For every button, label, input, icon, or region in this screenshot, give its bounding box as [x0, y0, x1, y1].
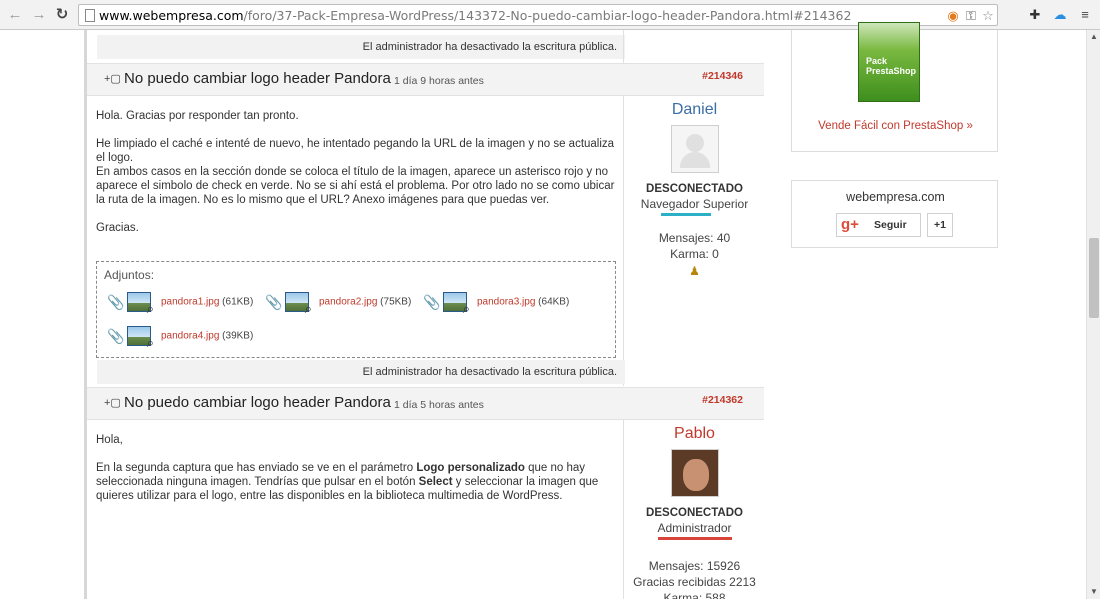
post-icon: +▢: [104, 397, 121, 409]
scrollbar-thumb[interactable]: [1089, 238, 1099, 318]
post-paragraph: Gracias.: [96, 222, 139, 234]
post-title: No puedo cambiar logo header Pandora: [124, 70, 391, 87]
post-body: Hola, En la segunda captura que has envi…: [96, 433, 616, 517]
paperclip-icon: 📎: [423, 293, 441, 310]
rank-bar: [661, 213, 711, 216]
scroll-up-icon[interactable]: ▲: [1087, 30, 1100, 44]
post-paragraph: En la segunda captura que has enviado se…: [96, 462, 599, 502]
username-link[interactable]: Daniel: [627, 101, 762, 119]
url-text[interactable]: www.webempresa.com/foro/37-Pack-Empresa-…: [99, 8, 851, 23]
user-status: DESCONECTADO: [646, 183, 743, 195]
paperclip-icon: 📎: [107, 293, 125, 310]
attachment-item[interactable]: 📎pandora3.jpg (64KB): [423, 292, 569, 317]
page-icon: [85, 9, 95, 22]
attachments-label: Adjuntos:: [104, 268, 155, 282]
post-permalink[interactable]: #214362: [702, 394, 743, 406]
post-title: No puedo cambiar logo header Pandora: [124, 394, 391, 411]
user-rank: Administrador: [657, 521, 732, 535]
post-greeting: Hola,: [96, 434, 123, 446]
user-rank: Navegador Superior: [640, 197, 749, 211]
post-time: 1 día 9 horas antes: [394, 75, 484, 87]
user-status: DESCONECTADO: [646, 507, 743, 519]
profile-divider: [623, 96, 624, 386]
rank-bar: [658, 537, 732, 540]
forum-thread: El administrador ha desactivado la escri…: [87, 30, 764, 599]
profile-divider: [623, 420, 624, 599]
paperclip-icon: 📎: [107, 327, 125, 344]
prestashop-box-image[interactable]: Pack PrestaShop: [852, 22, 938, 104]
follow-widget: webempresa.com g+ Seguir +1: [791, 180, 998, 248]
back-icon[interactable]: ←: [6, 6, 24, 24]
paperclip-icon: 📎: [265, 293, 283, 310]
forward-icon[interactable]: →: [30, 6, 48, 24]
image-thumbnail-icon[interactable]: [285, 292, 312, 317]
scroll-down-icon[interactable]: ▼: [1087, 585, 1100, 599]
key-icon[interactable]: ⚿: [963, 8, 979, 24]
post-time: 1 día 5 horas antes: [394, 399, 484, 411]
bookmark-star-icon[interactable]: ☆: [980, 8, 996, 24]
post-icon: +▢: [104, 73, 121, 85]
post-permalink[interactable]: #214346: [702, 70, 743, 82]
promo-link[interactable]: Vende Fácil con PrestaShop »: [792, 120, 999, 132]
post-body: Hola. Gracias por responder tan pronto. …: [96, 109, 616, 249]
user-profile: Daniel DESCONECTADO Navegador Superior M…: [627, 101, 762, 278]
attachments-box: Adjuntos: 📎pandora1.jpg (61KB) 📎pandora2…: [96, 261, 616, 358]
page-scrollbar[interactable]: ▲ ▼: [1086, 30, 1100, 599]
extension-icon[interactable]: ◉: [945, 8, 961, 24]
promo-widget: Pack PrestaShop Vende Fácil con PrestaSh…: [791, 22, 999, 152]
menu-icon[interactable]: ≡: [1077, 7, 1093, 23]
user-stats: Mensajes: 40 Karma: 0: [658, 231, 731, 261]
medal-icon: ♟: [689, 264, 700, 278]
post-paragraph: He limpiado el caché e intenté de nuevo,…: [96, 138, 615, 206]
plus-one-button[interactable]: +1: [927, 213, 953, 237]
attachment-item[interactable]: 📎pandora1.jpg (61KB): [107, 292, 253, 317]
image-thumbnail-icon[interactable]: [127, 292, 154, 317]
image-thumbnail-icon[interactable]: [443, 292, 470, 317]
user-profile: Pablo DESCONECTADO Administrador Mensaje…: [627, 425, 762, 599]
google-plus-follow-button[interactable]: g+ Seguir: [836, 213, 921, 237]
attachment-item[interactable]: 📎pandora4.jpg (39KB): [107, 326, 253, 351]
notice-bar: El administrador ha desactivado la escri…: [97, 35, 625, 59]
username-link[interactable]: Pablo: [627, 425, 762, 443]
cloud-icon[interactable]: ☁: [1052, 7, 1068, 23]
post-header: +▢ No puedo cambiar logo header Pandora …: [87, 387, 764, 420]
notice-bar: El administrador ha desactivado la escri…: [97, 360, 625, 384]
extension-puzzle-icon[interactable]: ✚: [1027, 7, 1043, 23]
image-thumbnail-icon[interactable]: [127, 326, 154, 351]
google-plus-icon: g+: [841, 216, 859, 233]
user-stats: Mensajes: 15926 Gracias recibidas 2213 K…: [633, 559, 756, 599]
follow-title: webempresa.com: [846, 190, 945, 204]
post-header: +▢ No puedo cambiar logo header Pandora …: [87, 63, 764, 96]
avatar[interactable]: [670, 449, 719, 497]
attachment-item[interactable]: 📎pandora2.jpg (75KB): [265, 292, 411, 317]
post-paragraph: Hola. Gracias por responder tan pronto.: [96, 110, 299, 122]
avatar[interactable]: [670, 125, 719, 173]
profile-divider: [623, 30, 624, 63]
reload-icon[interactable]: ↻: [53, 6, 71, 24]
